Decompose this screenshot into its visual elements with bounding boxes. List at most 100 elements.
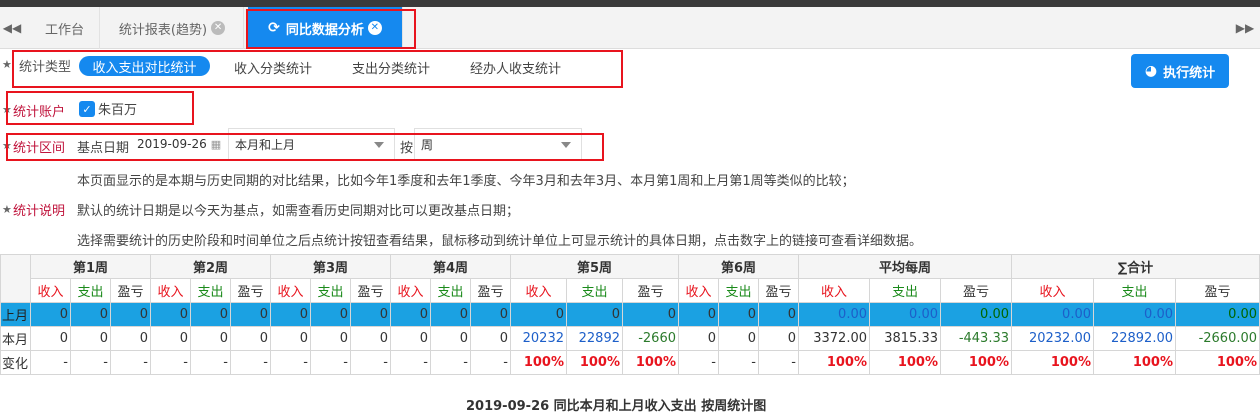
table-cell: -2660: [622, 326, 679, 351]
stat-type-option-expense-category[interactable]: 支出分类统计: [352, 58, 430, 77]
table-row[interactable]: 上月 0 0 0 0 0 0 0 0 0 0 0 0 0 0 0 0 0 0 0.00 0.00 0.00 0.00 0.00…: [0, 302, 1260, 327]
table-cell[interactable]: 22892.00: [1093, 326, 1176, 351]
table-cell: -443.33: [940, 326, 1012, 351]
sub-header-cell: 收入: [678, 278, 719, 303]
table-cell: 0: [230, 302, 271, 327]
window-top-bar: [0, 0, 1260, 7]
description-line-1: 本页面显示的是本期与历史同期的对比结果，比如今年1季度和去年1季度、今年3月和去…: [77, 174, 855, 189]
calendar-icon[interactable]: ▦: [211, 138, 221, 151]
table-cell: -: [718, 350, 759, 375]
refresh-icon[interactable]: ⟳: [268, 20, 280, 36]
star-icon: ★: [2, 139, 12, 152]
table-row[interactable]: 本月 0 0 0 0 0 0 0 0 0 0 0 0 20232 22892 -2660 0 0 0 3372.00 3…: [0, 326, 1260, 351]
sub-header-cell: 盈亏: [230, 278, 271, 303]
account-label: 统计账户: [13, 105, 66, 120]
table-cell: 0: [190, 302, 231, 327]
chart-title: 2019-09-26 同比本月和上月收入支出 按周统计图: [466, 399, 767, 414]
table-cell: 0: [230, 326, 271, 351]
sub-header-cell: 支出: [718, 278, 759, 303]
tab-scroll-right-icon[interactable]: ▶▶: [1230, 7, 1260, 49]
base-date-input[interactable]: 2019-09-26 ▦: [133, 128, 225, 160]
group-header[interactable]: 第4周: [390, 254, 511, 279]
table-cell: 0: [430, 302, 471, 327]
table-cell: -: [70, 350, 111, 375]
stat-type-option-handler[interactable]: 经办人收支统计: [470, 58, 561, 77]
run-statistics-label: 执行统计: [1163, 65, 1216, 81]
table-cell: 0: [350, 326, 391, 351]
sub-header-cell: 支出: [430, 278, 471, 303]
group-header[interactable]: 第1周: [30, 254, 151, 279]
group-header[interactable]: 第6周: [678, 254, 799, 279]
tab-scroll-left-icon[interactable]: ◀◀: [0, 7, 24, 49]
table-cell: -: [110, 350, 151, 375]
table-cell: 100%: [1174, 350, 1260, 375]
table-cell: 0.00: [798, 302, 870, 327]
base-date-label: 基点日期: [77, 141, 130, 156]
stat-type-option-income-category[interactable]: 收入分类统计: [234, 58, 312, 77]
sub-header-cell: 支出: [190, 278, 231, 303]
table-cell: -: [470, 350, 511, 375]
table-cell: 0: [310, 326, 351, 351]
table-cell[interactable]: 20232: [510, 326, 567, 351]
table-cell: 0.00: [1011, 302, 1094, 327]
description-line-2: 默认的统计日期是以今天为基点，如需查看历史同期对比可以更改基点日期；: [77, 204, 520, 219]
sub-header-cell: 盈亏: [758, 278, 799, 303]
unit-value: 周: [421, 137, 434, 152]
group-header[interactable]: 第2周: [150, 254, 271, 279]
group-header[interactable]: 第3周: [270, 254, 391, 279]
tab-label: 同比数据分析: [285, 22, 364, 38]
table-cell: 0.00: [940, 302, 1012, 327]
table-cell: 100%: [510, 350, 567, 375]
sub-header-cell: 收入: [150, 278, 191, 303]
table-cell: 0: [510, 302, 567, 327]
base-date-value: 2019-09-26: [137, 137, 207, 151]
table-cell: 0: [390, 302, 431, 327]
table-cell: -: [350, 350, 391, 375]
group-header: 平均每周: [798, 254, 1012, 279]
close-icon[interactable]: ✕: [367, 21, 382, 35]
sub-header-cell: 支出: [1093, 278, 1176, 303]
by-label: 按: [400, 141, 414, 156]
tab-workbench[interactable]: 工作台: [30, 7, 100, 49]
table-cell: -: [310, 350, 351, 375]
table-cell: 0: [30, 302, 71, 327]
sub-header-cell: 支出: [566, 278, 623, 303]
close-icon[interactable]: ✕: [211, 21, 226, 35]
unit-select[interactable]: 周: [414, 128, 582, 160]
table-cell: 100%: [1093, 350, 1176, 375]
table-row[interactable]: 变化 - - - - - - - - - - - -100% 100% 100% - - -100% 100% 100…: [0, 350, 1260, 375]
table-cell: 0.00: [1093, 302, 1176, 327]
stat-type-option-income-expense[interactable]: 收入支出对比统计: [79, 56, 210, 76]
table-cell[interactable]: 20232.00: [1011, 326, 1094, 351]
sub-header-cell: 收入: [390, 278, 431, 303]
table-cell: 0: [678, 302, 719, 327]
account-checkbox[interactable]: ✓: [79, 101, 95, 117]
chevron-down-icon: [374, 142, 384, 148]
star-icon: ★: [2, 58, 12, 71]
tab-yoy-analysis[interactable]: ⟳ 同比数据分析 ✕: [248, 7, 403, 49]
period-value: 本月和上月: [235, 137, 296, 152]
range-label: 统计区间: [13, 141, 66, 156]
table-cell: -: [30, 350, 71, 375]
table-cell: 3815.33: [869, 326, 941, 351]
table-cell: 100%: [622, 350, 679, 375]
table-cell: 0: [150, 302, 191, 327]
table-cell: 0: [566, 302, 623, 327]
sub-header-cell: 收入: [510, 278, 567, 303]
table-cell: -: [190, 350, 231, 375]
run-statistics-button[interactable]: ◕ 执行统计: [1131, 54, 1229, 88]
tab-bar: ◀◀ 工作台 统计报表(趋势) ✕ ⟳ 同比数据分析 ✕ ▶▶: [0, 7, 1260, 49]
table-cell: 0: [270, 302, 311, 327]
sub-header-cell: 支出: [869, 278, 941, 303]
table-cell: 0: [758, 326, 799, 351]
sub-header-cell: 盈亏: [940, 278, 1012, 303]
sub-header-cell: 盈亏: [1174, 278, 1260, 303]
table-cell: 0: [70, 302, 111, 327]
tab-trend-report[interactable]: 统计报表(趋势) ✕: [101, 7, 244, 49]
sub-header-cell: 收入: [30, 278, 71, 303]
sub-header-cell: 盈亏: [622, 278, 679, 303]
group-header[interactable]: 第5周: [510, 254, 679, 279]
table-cell: 0: [70, 326, 111, 351]
table-cell[interactable]: 22892: [566, 326, 623, 351]
period-select[interactable]: 本月和上月: [228, 128, 395, 160]
